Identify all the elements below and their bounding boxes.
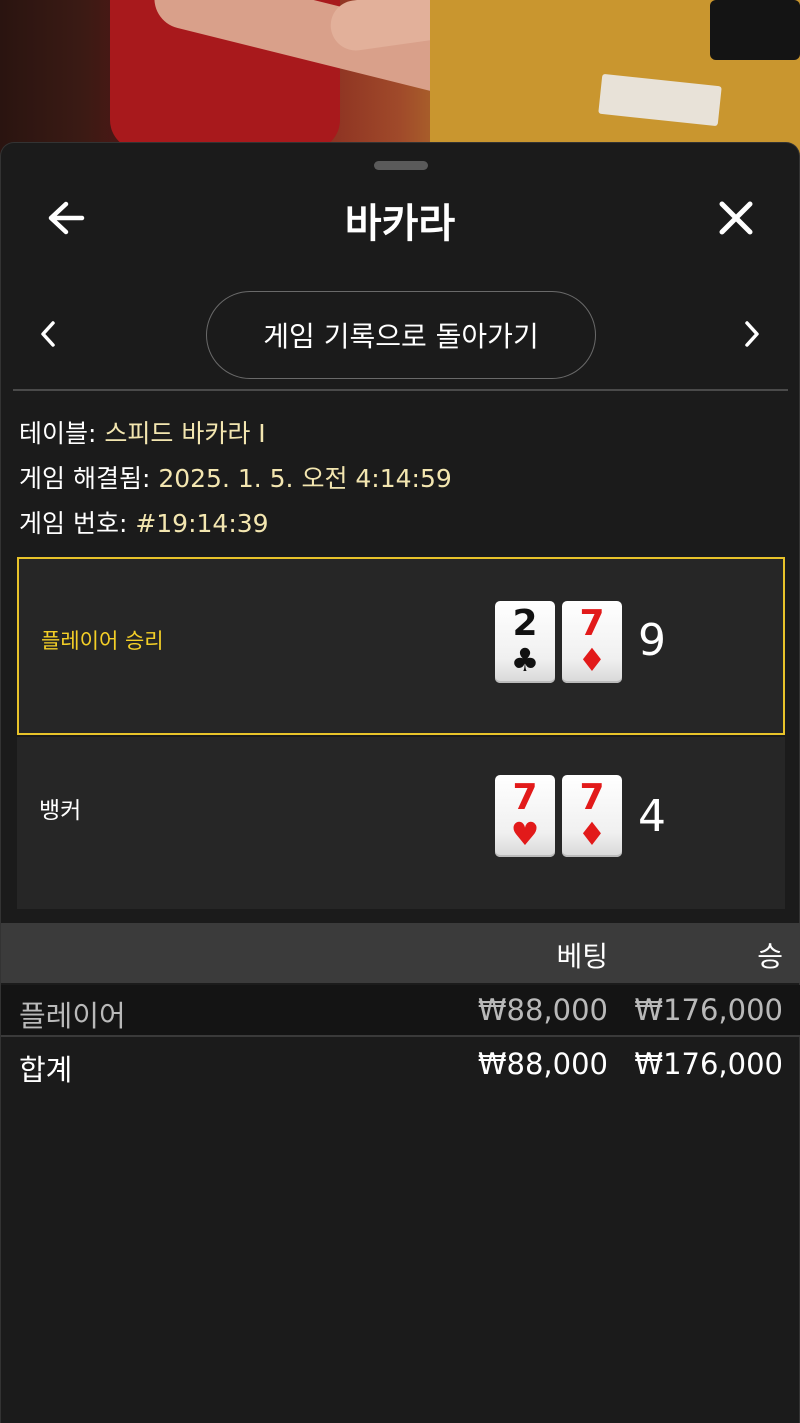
banker-card-1: 7 ♥ [495, 775, 555, 857]
close-icon [719, 201, 753, 235]
resolved-value: 2025. 1. 5. 오전 4:14:59 [158, 464, 452, 493]
table-value: 스피드 바카라 I [104, 419, 266, 448]
resolved-info-line: 게임 해결됨: 2025. 1. 5. 오전 4:14:59 [19, 456, 452, 501]
game-info: 테이블: 스피드 바카라 I 게임 해결됨: 2025. 1. 5. 오전 4:… [19, 411, 452, 546]
bet-amount: ₩88,000 [477, 993, 608, 1027]
live-video-feed [0, 0, 800, 160]
card-rank: 7 [579, 777, 605, 818]
next-round-button[interactable] [729, 311, 775, 357]
previous-round-button[interactable] [25, 311, 71, 357]
player-card-2: 7 ♦ [562, 601, 622, 683]
heart-suit-icon: ♥ [510, 815, 540, 853]
column-bet: 베팅 [556, 940, 608, 973]
banker-score: 4 [638, 791, 666, 842]
total-win: ₩176,000 [634, 1047, 783, 1081]
chevron-left-icon [41, 321, 55, 347]
bets-table-header: 베팅 승 [1, 923, 800, 983]
win-amount: ₩176,000 [634, 993, 783, 1027]
player-score: 9 [638, 615, 666, 666]
game-detail-sheet: 바카라 게임 기록으로 돌아가기 테이블: 스피드 바카라 I 게임 해결됨: … [0, 142, 800, 1423]
club-suit-icon: ♣ [510, 641, 540, 679]
close-button[interactable] [711, 193, 761, 243]
back-to-history-button[interactable]: 게임 기록으로 돌아가기 [206, 291, 596, 379]
player-result-label: 플레이어 승리 [41, 629, 164, 653]
card-rank: 7 [512, 777, 538, 818]
diamond-suit-icon: ♦ [577, 641, 607, 679]
round-navigation: 게임 기록으로 돌아가기 [1, 289, 799, 379]
sheet-header: 바카라 [1, 183, 799, 253]
table-info-line: 테이블: 스피드 바카라 I [19, 411, 452, 456]
page-title: 바카라 [344, 201, 456, 247]
sheet-drag-handle[interactable] [374, 161, 428, 170]
divider [13, 389, 788, 391]
table-label: 테이블: [19, 419, 105, 448]
total-label: 합계 [19, 1053, 73, 1087]
table-row: 플레이어 ₩88,000 ₩176,000 [1, 985, 800, 1037]
game-number-label: 게임 번호: [19, 509, 136, 538]
chevron-right-icon [745, 321, 759, 347]
game-number-line: 게임 번호: #19:14:39 [19, 501, 452, 546]
banker-card-2: 7 ♦ [562, 775, 622, 857]
banker-result: 뱅커 7 ♥ 7 ♦ 4 [17, 737, 785, 909]
diamond-suit-icon: ♦ [577, 815, 607, 853]
game-number-value: #19:14:39 [135, 509, 269, 538]
bet-name: 플레이어 [19, 999, 126, 1033]
table-total-row: 합계 ₩88,000 ₩176,000 [1, 1039, 800, 1091]
player-result: 플레이어 승리 2 ♣ 7 ♦ 9 [17, 557, 785, 735]
card-rank: 2 [512, 603, 538, 644]
banker-result-label: 뱅커 [39, 798, 82, 824]
card-shoe [710, 0, 800, 60]
total-bet: ₩88,000 [477, 1047, 608, 1081]
card-rank: 7 [579, 603, 605, 644]
player-card-1: 2 ♣ [495, 601, 555, 683]
resolved-label: 게임 해결됨: [19, 464, 159, 493]
column-win: 승 [757, 940, 783, 973]
